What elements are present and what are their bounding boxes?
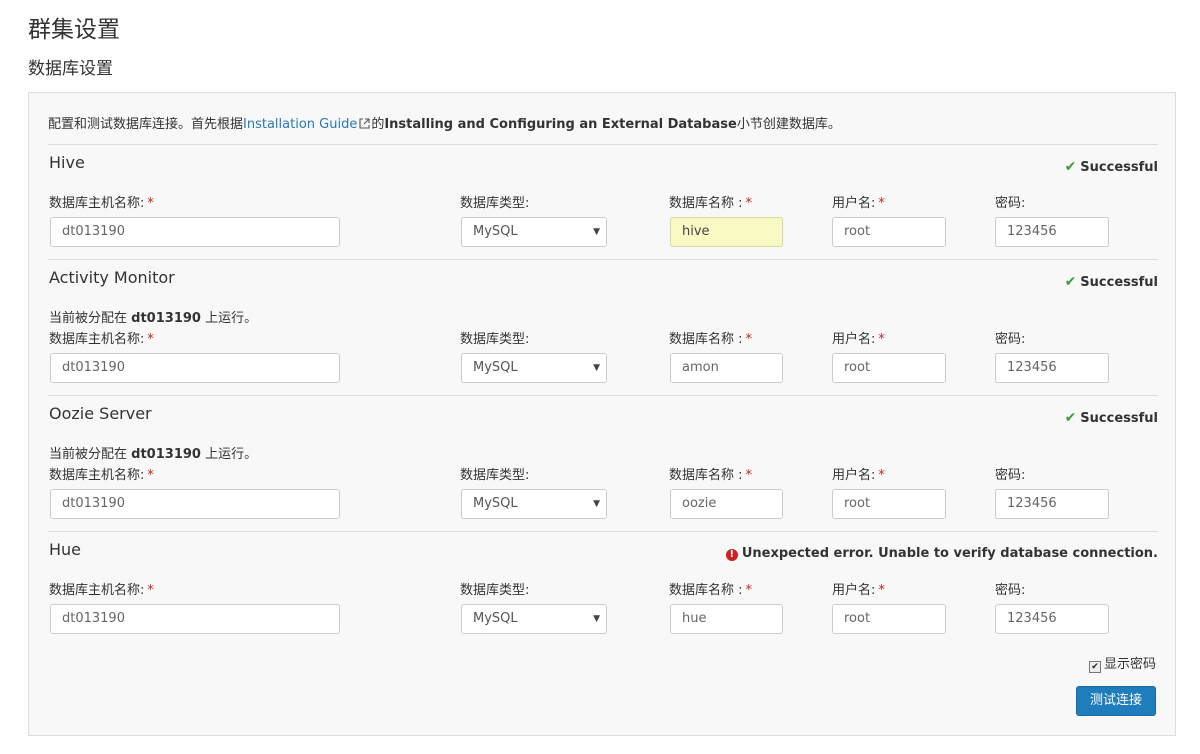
section-oozie-server: Oozie Server ✔ Successful 当前被分配在 dt013190… [48,395,1158,532]
host-label: 数据库主机名称: * [49,583,154,598]
host-label: 数据库主机名称: * [49,196,154,211]
db-type-select[interactable]: MySQL ▼ [461,353,607,383]
password-input[interactable]: 123456 [995,604,1109,634]
db-type-select[interactable]: MySQL ▼ [461,604,607,634]
section-activity-monitor: Activity Monitor ✔ Successful 当前被分配在 dt01… [48,259,1158,396]
type-label: 数据库类型: [460,332,530,347]
db-name-input[interactable]: amon [670,353,783,383]
status-text: Successful [1080,160,1158,175]
required-marker: * [745,332,753,347]
status-badge: ✔ Successful [1065,274,1158,290]
status-text: Unexpected error. Unable to verify datab… [741,546,1158,561]
password-input[interactable]: 123456 [995,353,1109,383]
password-label: 密码: [995,583,1026,598]
check-icon: ✔ [1064,410,1077,426]
password-label: 密码: [995,468,1026,483]
host-input[interactable]: dt013190 [50,604,340,634]
status-text: Successful [1080,275,1158,290]
user-label: 用户名: * [832,332,885,347]
required-marker: * [147,332,154,347]
dbname-label: 数据库名称 : * [669,468,753,483]
dropdown-arrow-icon: ▼ [593,614,600,624]
intro-text-after: 小节创建数据库。 [736,117,841,132]
intro-section-name: Installing and Configuring an External D… [384,117,737,132]
dropdown-arrow-icon: ▼ [593,499,600,509]
section-title: Hive [49,153,85,172]
dbname-label: 数据库名称 : * [669,583,753,598]
required-marker: * [147,468,154,483]
username-input[interactable]: root [832,489,946,519]
dropdown-arrow-icon: ▼ [593,363,600,373]
checkbox-checked-icon[interactable]: ✔ [1088,661,1101,673]
required-marker: * [878,196,885,211]
dbname-label: 数据库名称 : * [669,196,753,211]
check-icon: ✔ [1064,274,1077,290]
section-hive: Hive ✔ Successful 数据库主机名称: * 数据库类型: 数据库名称 … [48,144,1158,260]
database-settings-panel: 配置和测试数据库连接。首先根据Installation Guide 的Instal… [28,92,1176,736]
required-marker: * [147,583,154,598]
db-name-input[interactable]: hue [670,604,783,634]
type-label: 数据库类型: [460,583,530,598]
username-input[interactable]: root [832,604,946,634]
db-name-input[interactable]: hive [670,217,783,247]
intro-text-mid: 的 [371,117,385,132]
test-connection-button[interactable]: 测试连接 [1076,686,1156,716]
check-icon: ✔ [1064,159,1077,175]
password-label: 密码: [995,196,1026,211]
db-name-input[interactable]: oozie [670,489,783,519]
type-label: 数据库类型: [460,468,530,483]
required-marker: * [745,583,753,598]
status-badge: ✔ Successful [1065,410,1158,426]
host-label: 数据库主机名称: * [49,468,154,483]
page-title: 群集设置 [28,17,120,43]
assignment-note: 当前被分配在 dt013190 上运行。 [49,447,258,462]
status-text: Successful [1080,411,1158,426]
error-status: ! Unexpected error. Unable to verify data… [725,546,1158,561]
host-input[interactable]: dt013190 [50,217,340,247]
page-subtitle: 数据库设置 [28,59,113,79]
installation-guide-link[interactable]: Installation Guide [243,117,357,132]
required-marker: * [745,468,753,483]
section-title: Oozie Server [49,404,152,423]
type-label: 数据库类型: [460,196,530,211]
intro-text-before: 配置和测试数据库连接。首先根据 [48,117,244,132]
show-password-toggle[interactable]: ✔ 显示密码 [1088,653,1156,673]
host-input[interactable]: dt013190 [50,353,340,383]
required-marker: * [878,468,885,483]
password-label: 密码: [995,332,1026,347]
host-input[interactable]: dt013190 [50,489,340,519]
db-type-select[interactable]: MySQL ▼ [461,217,607,247]
user-label: 用户名: * [832,468,885,483]
section-hue: Hue ! Unexpected error. Unable to verify … [48,531,1158,647]
username-input[interactable]: root [832,353,946,383]
dbname-label: 数据库名称 : * [669,332,753,347]
assignment-note: 当前被分配在 dt013190 上运行。 [49,311,258,326]
db-type-select[interactable]: MySQL ▼ [461,489,607,519]
password-input[interactable]: 123456 [995,217,1109,247]
show-password-label: 显示密码 [1103,657,1156,672]
password-input[interactable]: 123456 [995,489,1109,519]
required-marker: * [878,583,885,598]
required-marker: * [878,332,885,347]
required-marker: * [745,196,753,211]
section-title: Activity Monitor [49,268,175,287]
external-link-icon [359,118,370,133]
host-label: 数据库主机名称: * [49,332,154,347]
intro-text: 配置和测试数据库连接。首先根据Installation Guide 的Instal… [48,113,841,133]
user-label: 用户名: * [832,583,885,598]
user-label: 用户名: * [832,196,885,211]
dropdown-arrow-icon: ▼ [593,227,600,237]
username-input[interactable]: root [832,217,946,247]
status-badge: ✔ Successful [1065,159,1158,175]
section-title: Hue [49,540,82,559]
error-icon: ! [725,549,738,561]
required-marker: * [147,196,154,211]
